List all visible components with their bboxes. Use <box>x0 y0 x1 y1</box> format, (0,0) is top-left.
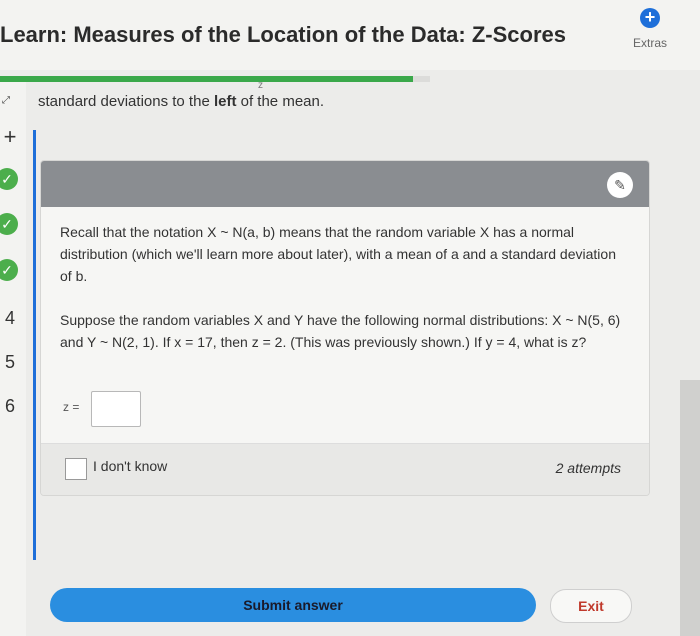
partial-mark: z <box>258 80 263 91</box>
idk-label: I don't know <box>93 458 168 474</box>
rail-add-icon[interactable]: + <box>0 124 20 150</box>
submit-button[interactable]: Submit answer <box>50 588 536 622</box>
previous-text: standard deviations to the left of the m… <box>38 93 324 110</box>
exit-button[interactable]: Exit <box>550 589 632 623</box>
question-prompt: Suppose the random variables X and Y hav… <box>60 312 621 350</box>
previous-text-pre: standard deviations to the <box>38 93 214 110</box>
rail-item-6[interactable]: 6 <box>0 396 20 417</box>
expand-icon[interactable]: ⤢ <box>2 95 10 106</box>
page-title: Learn: Measures of the Location of the D… <box>0 22 566 47</box>
progress-fill <box>0 76 413 82</box>
question-intro: Recall that the notation X ~ N(a, b) mea… <box>60 224 616 284</box>
scrollbar[interactable] <box>680 380 700 636</box>
rail-item-5[interactable]: 5 <box>0 352 20 373</box>
attempts-count: 2 attempts <box>555 460 621 476</box>
answer-label: z = <box>63 400 80 414</box>
rail-item-4[interactable]: 4 <box>0 308 20 329</box>
progress-bar <box>0 76 430 82</box>
previous-text-bold: left <box>213 93 237 110</box>
pencil-icon[interactable]: ✎ <box>607 172 633 198</box>
extras-label: Extras <box>632 36 667 50</box>
rail-divider <box>33 130 36 560</box>
previous-text-post: of the mean. <box>236 93 325 110</box>
plus-circle-icon: + <box>640 8 660 28</box>
card-footer: I don't know 2 attempts <box>41 443 649 495</box>
question-card: ✎ Recall that the notation X ~ N(a, b) m… <box>40 160 650 496</box>
extras-button[interactable]: + Extras <box>628 8 672 51</box>
idk-checkbox[interactable] <box>65 458 87 480</box>
card-header: ✎ <box>41 161 649 207</box>
answer-input[interactable] <box>91 391 141 427</box>
